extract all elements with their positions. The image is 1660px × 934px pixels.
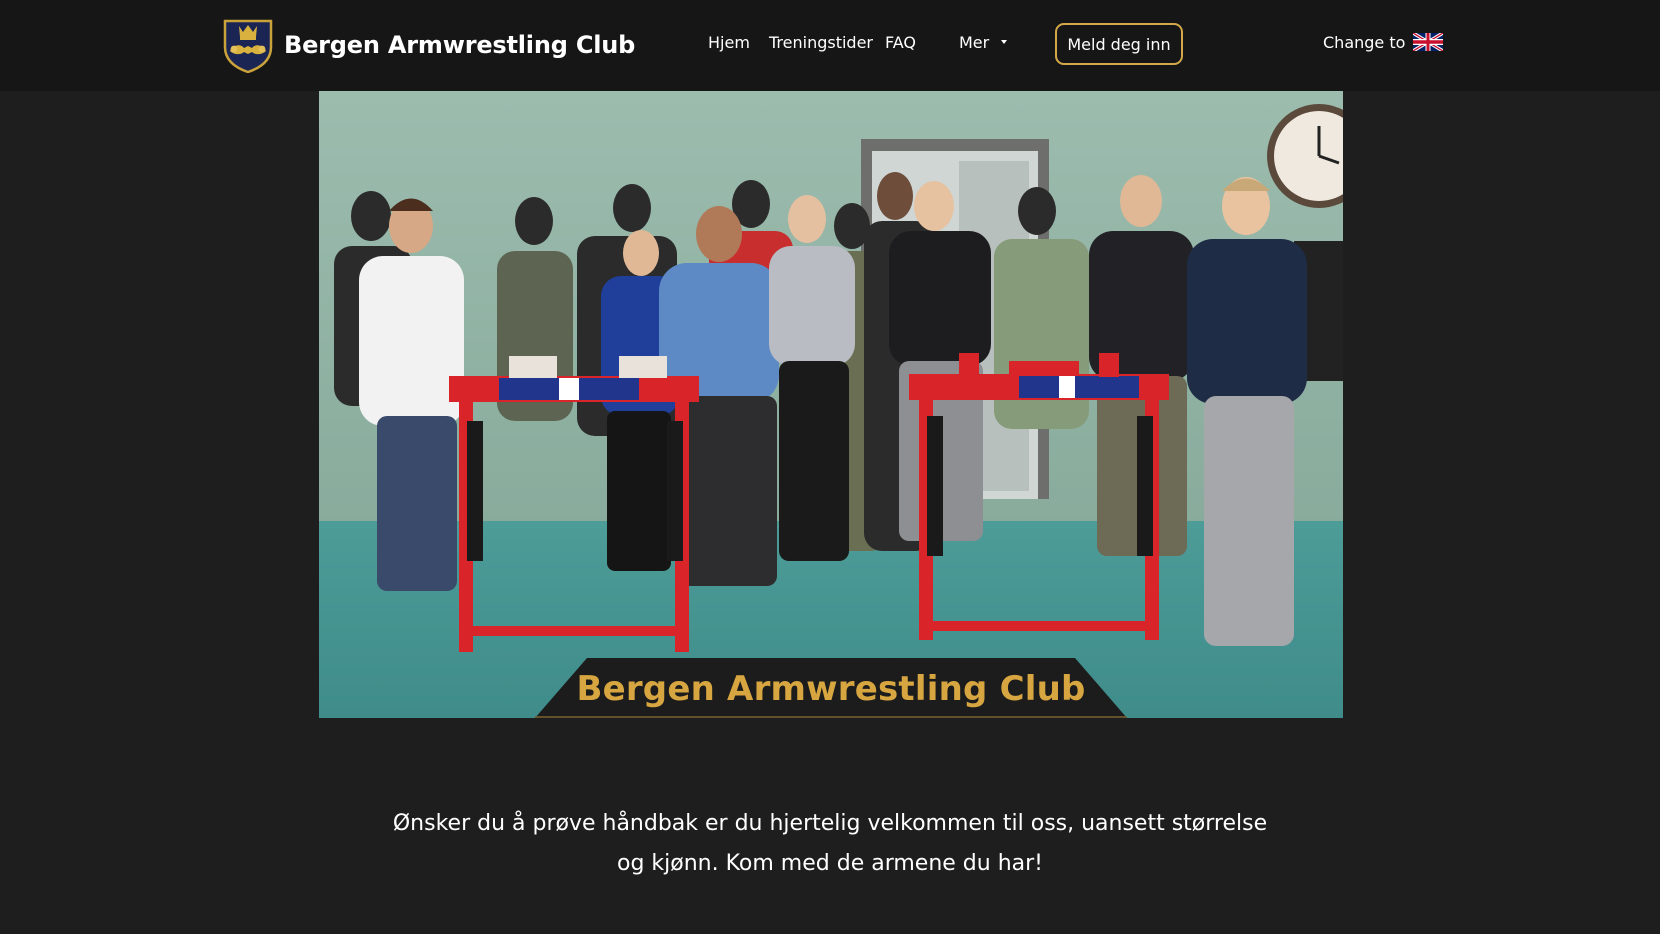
language-switch-label: Change to <box>1323 33 1406 52</box>
language-switch[interactable]: Change to <box>1323 32 1444 52</box>
nav-link-faq[interactable]: FAQ <box>885 33 916 52</box>
hero-banner-title: Bergen Armwrestling Club <box>576 669 1086 709</box>
nav-dropdown-label: Mer <box>959 33 990 52</box>
brand-name: Bergen Armwrestling Club <box>284 31 636 59</box>
uk-flag-icon <box>1413 32 1444 51</box>
brand-home-link[interactable]: Bergen Armwrestling Club <box>222 17 635 73</box>
signup-button[interactable]: Meld deg inn <box>1055 23 1183 65</box>
top-navbar: Bergen Armwrestling Club Hjem Treningsti… <box>0 0 1660 91</box>
hero-banner: Bergen Armwrestling Club <box>535 658 1127 718</box>
hero-photo: Bergen Armwrestling Club <box>319 91 1343 718</box>
crown-crest-icon <box>223 19 273 73</box>
caret-down-icon <box>1001 39 1008 44</box>
intro-text: Ønsker du å prøve håndbak er du hjerteli… <box>392 811 1268 876</box>
club-group-photo <box>319 91 1343 718</box>
nav-dropdown-mer[interactable]: Mer <box>959 33 1008 52</box>
nav-link-hjem[interactable]: Hjem <box>708 33 750 52</box>
nav-link-treningstider[interactable]: Treningstider <box>769 33 873 52</box>
